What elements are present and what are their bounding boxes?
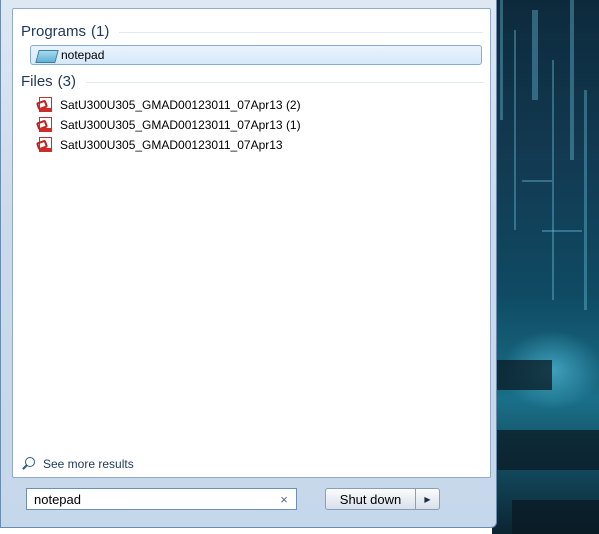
shutdown-options-arrow-icon[interactable]: ▶: [416, 488, 440, 510]
pdf-icon: [35, 136, 55, 153]
file-result-label: SatU300U305_GMAD00123011_07Apr13 (1): [60, 117, 301, 132]
start-menu: Programs (1) notepad Files (3) SatU300U3…: [0, 0, 497, 528]
files-header-count: (3): [57, 72, 77, 90]
shutdown-controls: Shut down ▶: [325, 488, 440, 510]
search-box[interactable]: ×: [26, 488, 297, 510]
programs-divider: [119, 31, 483, 33]
files-group-header[interactable]: Files (3): [21, 72, 483, 90]
search-results-pane: Programs (1) notepad Files (3) SatU300U3…: [12, 8, 491, 478]
programs-group-header[interactable]: Programs (1): [21, 22, 483, 40]
notepad-icon: [35, 48, 57, 62]
pdf-icon: [35, 96, 55, 113]
see-more-results-link[interactable]: See more results: [21, 455, 134, 473]
shutdown-button[interactable]: Shut down: [325, 488, 416, 510]
search-input[interactable]: [32, 489, 276, 509]
files-divider: [86, 81, 483, 83]
desktop-background: [492, 0, 599, 534]
program-result-label: notepad: [61, 48, 105, 62]
file-result-label: SatU300U305_GMAD00123011_07Apr13: [60, 137, 283, 152]
programs-header-count: (1): [91, 22, 110, 40]
file-result-item[interactable]: SatU300U305_GMAD00123011_07Apr13 (1): [33, 115, 485, 134]
file-result-item[interactable]: SatU300U305_GMAD00123011_07Apr13: [33, 135, 485, 154]
pdf-icon: [35, 116, 55, 133]
clear-search-icon[interactable]: ×: [276, 492, 292, 507]
see-more-label: See more results: [43, 457, 134, 471]
programs-header-label: Programs: [21, 22, 87, 40]
program-result-notepad[interactable]: notepad: [30, 45, 482, 65]
file-result-label: SatU300U305_GMAD00123011_07Apr13 (2): [60, 97, 301, 112]
file-result-item[interactable]: SatU300U305_GMAD00123011_07Apr13 (2): [33, 95, 485, 114]
files-header-label: Files: [21, 72, 53, 90]
search-icon: [21, 456, 37, 472]
